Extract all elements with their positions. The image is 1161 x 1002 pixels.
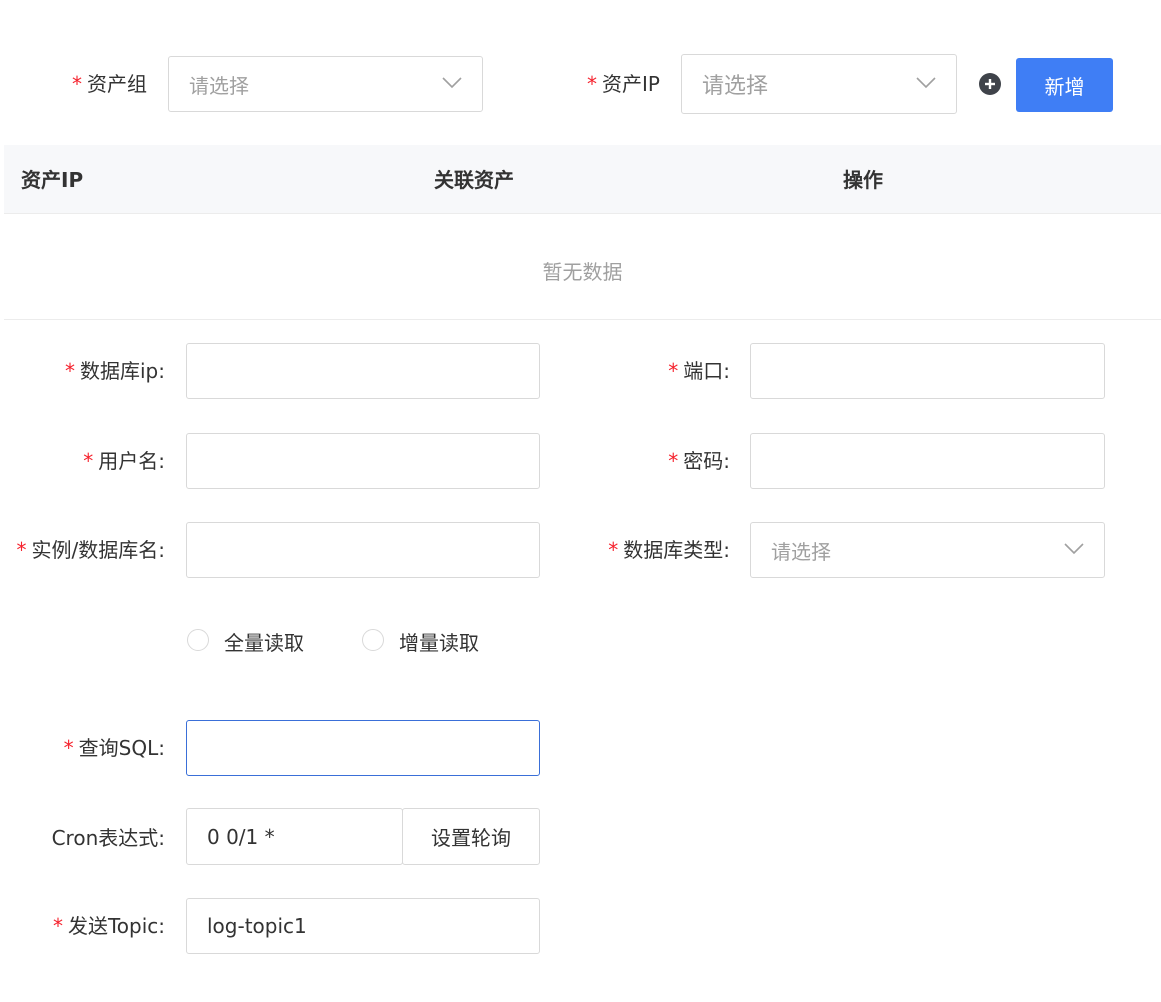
db-type-placeholder: 请选择 [771,539,831,564]
username-label: * 用户名: [83,449,165,473]
radio-incremental-read-label[interactable]: 增量读取 [399,627,479,656]
column-header-asset-ip: 资产IP [21,168,84,192]
add-button[interactable]: 新增 [1016,58,1113,112]
asset-ip-placeholder: 请选择 [702,74,769,99]
query-sql-label: * 查询SQL: [63,736,165,760]
required-mark: * [668,359,679,383]
password-input[interactable] [750,433,1105,489]
radio-incremental-read[interactable] [362,629,384,651]
column-header-actions: 操作 [843,168,883,192]
empty-text: 暂无数据 [542,260,623,284]
db-ip-label: * 数据库ip: [65,359,165,383]
port-label: * 端口: [668,359,730,383]
required-mark: * [52,914,63,938]
required-mark: * [72,72,82,96]
chevron-down-icon [916,77,936,89]
query-sql-input[interactable] [186,720,540,776]
plus-circle-icon[interactable] [979,73,1001,95]
db-type-label: * 数据库类型: [608,538,730,562]
instance-input[interactable] [186,522,540,578]
db-ip-input[interactable] [186,343,540,399]
required-mark: * [668,449,679,473]
radio-full-read[interactable] [187,629,209,651]
radio-full-read-label[interactable]: 全量读取 [224,627,304,656]
password-label: * 密码: [668,449,730,473]
required-mark: * [587,72,598,96]
asset-group-label: * 资产组 [72,72,147,96]
asset-ip-select[interactable]: 请选择 [681,54,957,114]
topic-label: * 发送Topic: [52,914,165,938]
table-empty-row: 暂无数据 [4,214,1161,320]
chevron-down-icon [442,77,462,89]
required-mark: * [83,449,94,473]
cron-label: Cron表达式: [51,826,165,850]
asset-group-placeholder: 请选择 [189,73,249,98]
username-input[interactable] [186,433,540,489]
instance-label: * 实例/数据库名: [16,538,165,562]
required-mark: * [65,359,75,383]
required-mark: * [63,736,74,760]
required-mark: * [608,538,619,562]
topic-input[interactable]: log-topic1 [186,898,540,954]
chevron-down-icon [1064,543,1084,555]
plus-icon [985,79,995,89]
set-polling-button[interactable]: 设置轮询 [402,808,540,865]
port-input[interactable] [750,343,1105,399]
table-header: 资产IP 关联资产 操作 [4,145,1161,214]
db-type-select[interactable]: 请选择 [750,522,1105,578]
cron-input[interactable]: 0 0/1 * [186,808,403,865]
required-mark: * [16,538,27,562]
asset-ip-label: * 资产IP [587,72,660,96]
asset-group-select[interactable]: 请选择 [168,56,483,112]
column-header-related-asset: 关联资产 [434,168,514,192]
